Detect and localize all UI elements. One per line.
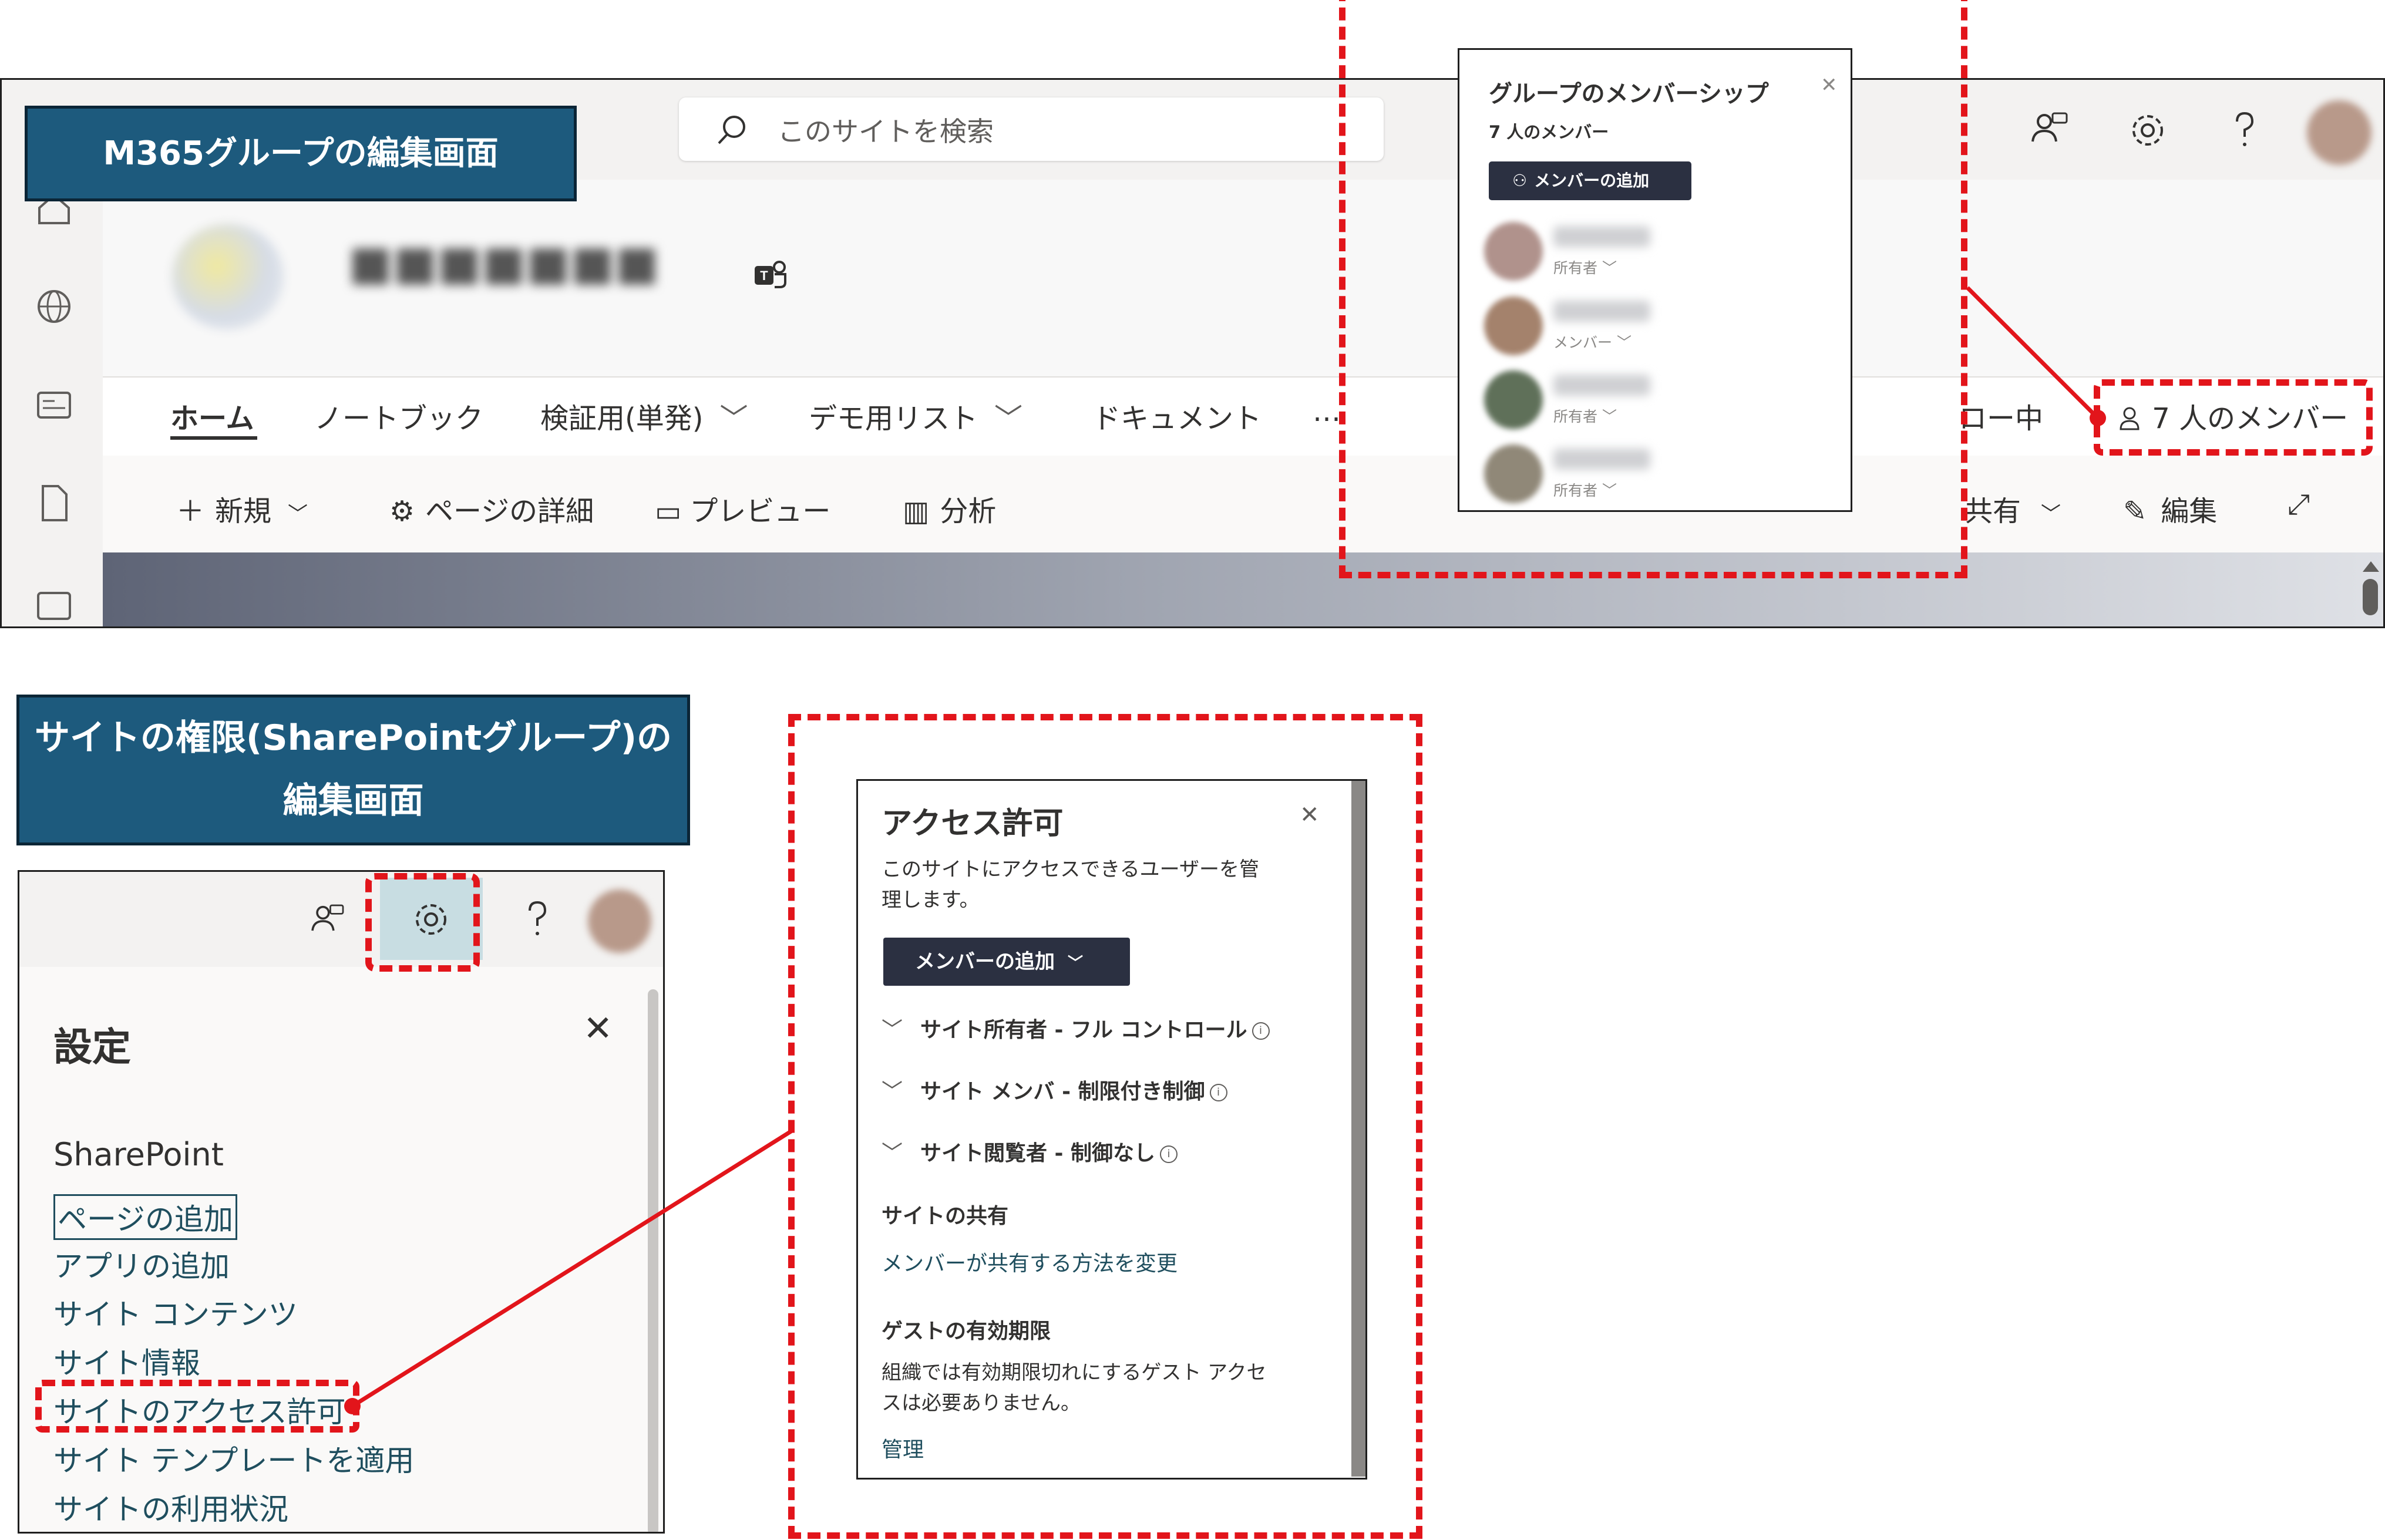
- members-connector-line: [1966, 286, 2100, 420]
- connector-dot: [344, 1398, 361, 1414]
- connector-lines: [344, 286, 2106, 1414]
- connector-dot: [2090, 410, 2106, 426]
- permissions-connector-line: [351, 1128, 794, 1408]
